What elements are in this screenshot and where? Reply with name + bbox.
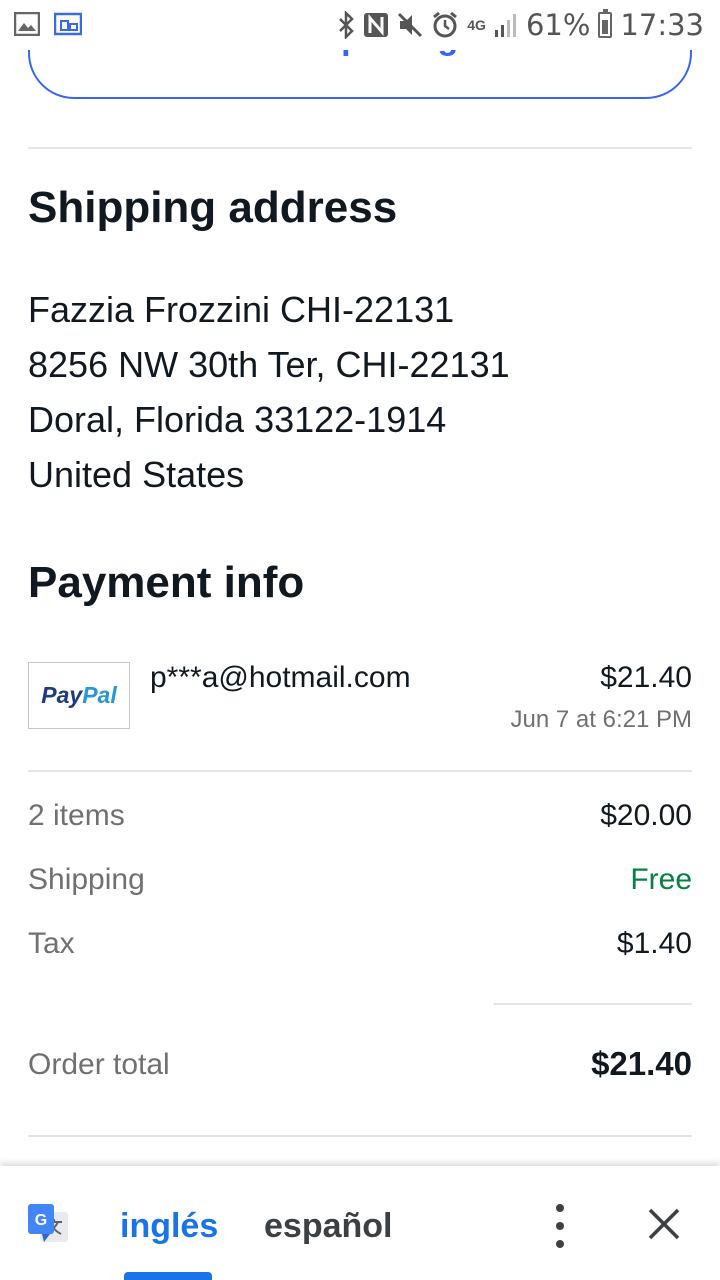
subtotal-divider — [493, 1003, 692, 1005]
bluetooth-icon — [339, 11, 355, 39]
active-tab-indicator — [124, 1272, 212, 1280]
cast-icon — [54, 12, 82, 36]
google-translate-icon: G — [28, 1204, 68, 1242]
divider — [28, 147, 692, 149]
payment-amount: $21.40 — [600, 661, 692, 694]
address-line-name: Fazzia Frozzini CHI-22131 — [28, 289, 455, 330]
alarm-icon — [433, 11, 458, 38]
signal-icon — [494, 14, 516, 37]
svg-text:G: G — [35, 1212, 47, 1229]
mute-icon — [398, 12, 423, 38]
order-total-value: $21.40 — [591, 1045, 692, 1082]
payment-info-title: Payment info — [28, 558, 305, 607]
battery-percent: 61% — [525, 8, 591, 42]
close-icon[interactable] — [644, 1204, 684, 1244]
paypal-logo-text-pay: Pay — [41, 682, 83, 708]
more-options-icon[interactable] — [548, 1204, 572, 1248]
order-total-label: Order total — [28, 1048, 170, 1081]
paypal-logo-text-pal: Pal — [82, 682, 117, 708]
battery-icon — [598, 9, 613, 38]
image-icon — [14, 12, 40, 36]
tax-label: Tax — [28, 927, 75, 960]
address-line-street: 8256 NW 30th Ter, CHI-22131 — [28, 344, 510, 385]
shipping-address-title: Shipping address — [28, 183, 398, 232]
payment-date: Jun 7 at 6:21 PM — [510, 706, 692, 733]
shipping-value: Free — [630, 863, 692, 896]
address-line-country: United States — [28, 454, 245, 495]
items-label: 2 items — [28, 799, 125, 832]
translate-bar: G inglés español — [0, 1166, 720, 1280]
status-bar: 4G 61% 17:33 — [0, 0, 720, 50]
tab-target-language[interactable]: español — [264, 1204, 392, 1248]
clock: 17:33 — [620, 8, 704, 42]
network-4g-icon: 4G — [467, 17, 486, 33]
payment-email: p***a@hotmail.com — [150, 661, 411, 694]
tab-source-language[interactable]: inglés — [120, 1204, 218, 1248]
paypal-logo: PayPal — [28, 662, 130, 729]
nfc-icon — [364, 13, 389, 37]
tax-value: $1.40 — [616, 927, 692, 960]
shipping-address: Fazzia Frozzini CHI-22131 8256 NW 30th T… — [28, 282, 510, 502]
divider — [28, 1135, 692, 1137]
divider — [28, 770, 692, 772]
address-line-city: Doral, Florida 33122-1914 — [28, 399, 447, 440]
shipping-label: Shipping — [28, 863, 145, 896]
items-value: $20.00 — [600, 799, 692, 832]
